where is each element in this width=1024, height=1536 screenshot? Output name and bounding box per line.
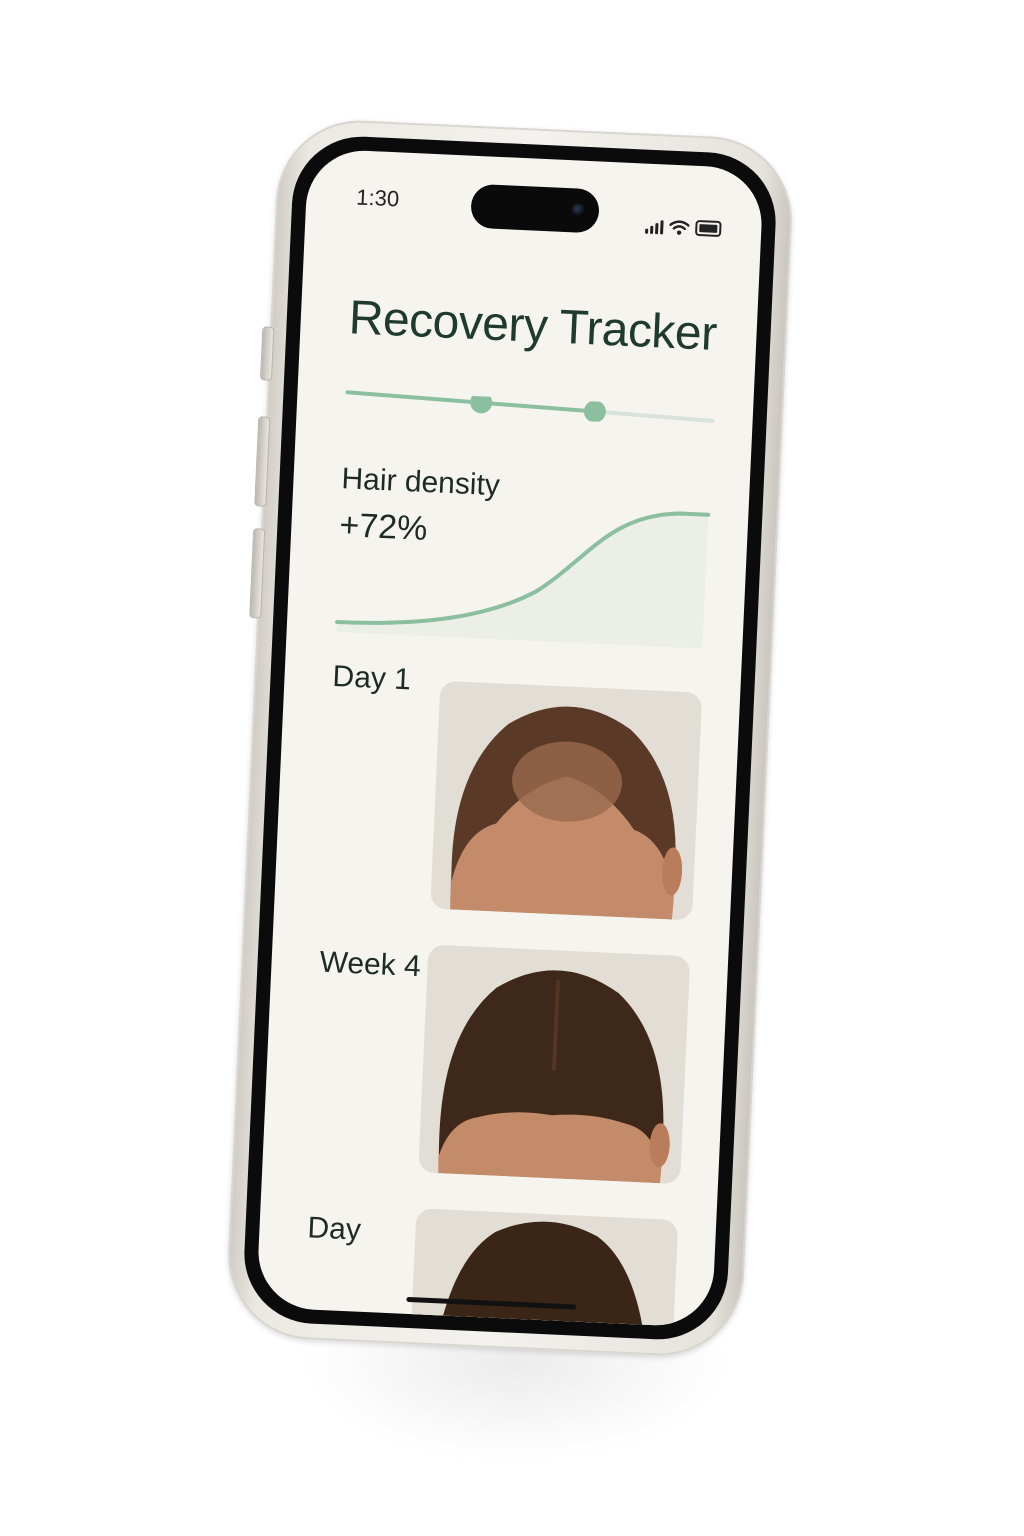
metric-label: Hair density <box>340 462 501 503</box>
cellular-signal-icon <box>645 220 664 235</box>
scalp-photo-day-image <box>406 1208 679 1328</box>
progress-track-remaining <box>592 409 715 423</box>
hair-density-chart <box>335 511 711 649</box>
recovery-progress-stepper <box>345 390 715 423</box>
entry-label: Day 1 <box>331 659 412 697</box>
progress-step-dot <box>583 400 606 423</box>
device-mockup-stage: 1:30 Recovery Tracker Hair density +72% … <box>0 0 1024 1536</box>
front-camera-icon <box>571 203 586 217</box>
progress-step-dot <box>470 391 493 414</box>
silent-switch <box>259 326 275 381</box>
scalp-photo-day-1[interactable] <box>430 680 703 921</box>
status-icons <box>645 218 722 238</box>
status-bar-time: 1:30 <box>355 184 400 212</box>
scalp-photo-week-4[interactable] <box>418 944 691 1185</box>
metric-value: +72% <box>338 506 429 549</box>
scalp-photo-day-1-image <box>430 680 703 921</box>
app-screen: 1:30 Recovery Tracker Hair density +72% … <box>255 148 765 1328</box>
dynamic-island <box>470 183 600 234</box>
page-title: Recovery Tracker <box>347 291 718 361</box>
scalp-photo-week-4-image <box>418 944 691 1185</box>
entry-label: Day <box>306 1211 362 1247</box>
phone-reflection <box>300 1340 730 1460</box>
battery-icon <box>694 219 722 238</box>
entry-label: Week 4 <box>318 945 422 984</box>
scalp-photo-day[interactable] <box>406 1208 679 1328</box>
phone-device: 1:30 Recovery Tracker Hair density +72% … <box>224 116 796 1360</box>
wifi-icon <box>669 220 690 235</box>
